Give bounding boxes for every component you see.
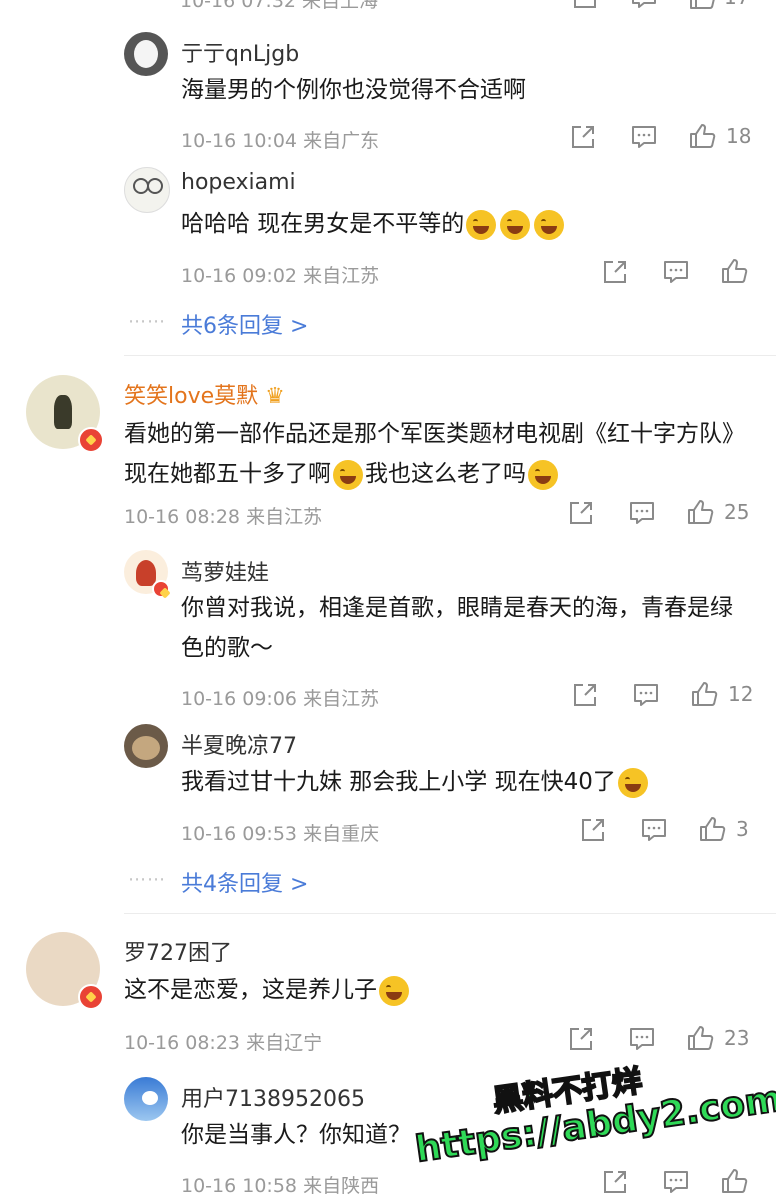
divider: [124, 355, 776, 356]
comment-button[interactable]: [662, 1169, 690, 1195]
like-count: 23: [724, 1026, 750, 1050]
comment-icon: [628, 500, 656, 526]
divider: [124, 913, 776, 914]
like-count: 25: [724, 500, 750, 524]
share-button[interactable]: [568, 1026, 594, 1052]
commenter-name[interactable]: 半夏晚凉77: [181, 728, 297, 760]
like-icon: [698, 815, 726, 843]
dots: ⋯⋯: [128, 311, 166, 332]
share-button[interactable]: [572, 682, 598, 708]
like-icon: [690, 680, 718, 708]
avatar[interactable]: [124, 724, 168, 768]
like-count: 3: [736, 817, 749, 841]
comment-text: 你曾对我说，相逢是首歌，眼睛是春天的海，青春是绿色的歌～: [181, 595, 733, 661]
like-count: 12: [728, 682, 754, 706]
like-count: 18: [726, 124, 752, 148]
comment-text: 看她的第一部作品还是那个军医类题材电视剧《红十字方队》现在她都五十多了啊 我也这么…: [124, 414, 754, 494]
share-button[interactable]: [570, 124, 596, 150]
crying-laugh-emoji-icon: [617, 767, 648, 798]
share-icon: [602, 259, 628, 285]
comment-button[interactable]: [630, 0, 658, 10]
comment-icon: [630, 0, 658, 10]
verified-badge-icon: [152, 580, 170, 598]
like-icon: [686, 498, 714, 526]
dots: ⋯⋯: [128, 869, 166, 890]
share-button[interactable]: [602, 1169, 628, 1195]
comment-text: 你是当事人？你知道？: [181, 1122, 411, 1148]
comment-button[interactable]: [630, 124, 658, 150]
like-icon: [686, 1024, 714, 1052]
like-count: 17: [724, 0, 749, 9]
like-button[interactable]: 12: [690, 680, 753, 708]
like-button[interactable]: 3: [698, 815, 749, 843]
comment-meta: 10-16 09:02 来自江苏: [181, 265, 380, 287]
comment-meta: 10-16 07:32 来自上海: [180, 0, 379, 12]
like-icon: [688, 0, 716, 11]
like-button[interactable]: [720, 257, 748, 285]
comment-icon: [640, 817, 668, 843]
comment-icon: [630, 124, 658, 150]
share-button[interactable]: [568, 500, 594, 526]
share-icon: [572, 0, 598, 10]
laugh-emoji-icon: [500, 209, 531, 240]
like-button[interactable]: 17: [688, 0, 749, 11]
like-icon: [720, 257, 748, 285]
avatar[interactable]: [124, 1077, 168, 1121]
comment-button[interactable]: [628, 1026, 656, 1052]
tears-emoji-icon: [333, 459, 363, 490]
commenter-name[interactable]: 茑萝娃娃: [181, 555, 269, 587]
share-button[interactable]: [572, 0, 598, 10]
like-button[interactable]: 18: [688, 122, 751, 150]
like-button[interactable]: 23: [686, 1024, 749, 1052]
comment-icon: [662, 1169, 690, 1195]
like-button[interactable]: 25: [686, 498, 749, 526]
crown-icon: ♛: [265, 384, 285, 409]
share-icon: [602, 1169, 628, 1195]
share-icon: [568, 500, 594, 526]
verified-badge-icon: [78, 984, 104, 1010]
comment-meta: 10-16 10:04 来自广东: [181, 130, 380, 152]
like-icon: [720, 1167, 748, 1195]
commenter-name[interactable]: 笑笑love莫默 ♛: [124, 378, 285, 410]
commenter-name[interactable]: hopexiami: [181, 170, 296, 195]
verified-badge-icon: [78, 427, 104, 453]
comment-button[interactable]: [632, 682, 660, 708]
like-button[interactable]: [720, 1167, 748, 1195]
laugh-emoji-icon: [379, 975, 409, 1006]
comment-text: 我看过甘十九妹 那会我上小学 现在快40了: [181, 762, 650, 802]
comment-meta: 10-16 08:23 来自辽宁: [124, 1032, 323, 1054]
more-replies-link[interactable]: 共6条回复 >: [181, 308, 308, 340]
like-icon: [688, 122, 716, 150]
comment-button[interactable]: [640, 817, 668, 843]
share-icon: [580, 817, 606, 843]
avatar[interactable]: [124, 167, 170, 213]
share-button[interactable]: [580, 817, 606, 843]
comment-meta: 10-16 09:53 来自重庆: [181, 823, 380, 845]
comment-text: 这不是恋爱，这是养儿子: [124, 970, 411, 1010]
comment-button[interactable]: [628, 500, 656, 526]
comment-meta: 10-16 09:06 来自江苏: [181, 688, 380, 710]
laugh-emoji-icon: [466, 209, 497, 240]
share-icon: [570, 124, 596, 150]
avatar[interactable]: [124, 32, 168, 76]
commenter-name[interactable]: 亍亍qnLjgb: [181, 36, 299, 68]
laugh-emoji-icon: [534, 209, 565, 240]
comment-text: 海量男的个例你也没觉得不合适啊: [181, 77, 526, 103]
share-icon: [572, 682, 598, 708]
comment-meta: 10-16 10:58 来自陕西: [181, 1175, 380, 1197]
commenter-name[interactable]: 用户7138952065: [181, 1081, 365, 1113]
share-button[interactable]: [602, 259, 628, 285]
more-replies-link[interactable]: 共4条回复 >: [181, 866, 308, 898]
comment-button[interactable]: [662, 259, 690, 285]
commenter-name[interactable]: 罗727困了: [124, 935, 232, 967]
comment-icon: [632, 682, 660, 708]
comment-text: 哈哈哈 现在男女是不平等的: [181, 204, 566, 244]
share-icon: [568, 1026, 594, 1052]
tears-emoji-icon: [528, 459, 558, 490]
comment-icon: [662, 259, 690, 285]
comment-icon: [628, 1026, 656, 1052]
comment-meta: 10-16 08:28 来自江苏: [124, 506, 323, 528]
